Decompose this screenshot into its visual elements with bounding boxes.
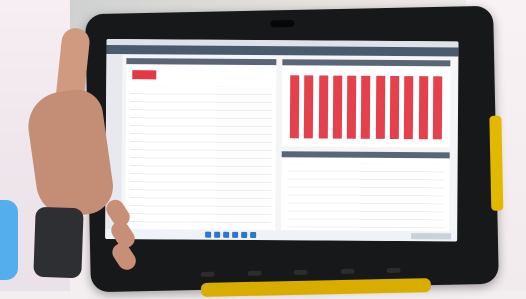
- taskbar-icon[interactable]: [214, 231, 221, 238]
- list-rows: [287, 163, 444, 229]
- taskbar-app-icons[interactable]: [205, 231, 257, 239]
- taskbar: [105, 228, 458, 242]
- bar-chart: [289, 75, 443, 140]
- tablet-screen[interactable]: [105, 38, 459, 242]
- chart-bar: [432, 76, 443, 140]
- table-panel-header: [126, 58, 277, 66]
- taskbar-icon[interactable]: [205, 231, 212, 238]
- chart-bar: [389, 75, 400, 140]
- taskbar-icon[interactable]: [223, 231, 230, 238]
- taskbar-icon[interactable]: [241, 231, 248, 238]
- yellow-bumper-right: [489, 115, 504, 211]
- list-panel-header: [281, 151, 450, 159]
- chart-bar: [375, 75, 386, 139]
- yellow-bumper-bottom: [200, 278, 432, 297]
- wristband: [33, 206, 84, 279]
- chart-bar: [347, 75, 357, 139]
- chart-panel-header: [282, 59, 451, 67]
- taskbar-icon[interactable]: [232, 231, 239, 238]
- taskbar-icon[interactable]: [250, 231, 257, 239]
- chart-bar: [289, 75, 300, 139]
- hardware-button-icon[interactable]: [293, 269, 308, 275]
- data-table-panel: [125, 58, 277, 235]
- hardware-button-icon[interactable]: [386, 267, 401, 274]
- chart-bar: [318, 75, 328, 139]
- dashboard-content: [105, 53, 458, 235]
- table-rows: [129, 86, 273, 229]
- chart-bar: [304, 75, 314, 139]
- chart-bar: [361, 75, 371, 139]
- list-panel: [281, 151, 450, 235]
- tablet-device: [85, 5, 504, 297]
- palm: [23, 86, 117, 221]
- chart-bar: [404, 76, 414, 140]
- hardware-button-icon[interactable]: [200, 271, 215, 277]
- bar-chart-panel: [281, 59, 451, 148]
- hardware-buttons[interactable]: [200, 267, 401, 278]
- red-highlight-cell[interactable]: [132, 70, 157, 80]
- chart-bar: [332, 75, 343, 139]
- hardware-button-icon[interactable]: [247, 270, 262, 276]
- hardware-button-icon[interactable]: [340, 268, 355, 275]
- chart-bar: [418, 76, 428, 140]
- tray-area-icon[interactable]: [411, 233, 452, 240]
- camera-icon: [270, 19, 295, 28]
- blue-object: [0, 200, 18, 280]
